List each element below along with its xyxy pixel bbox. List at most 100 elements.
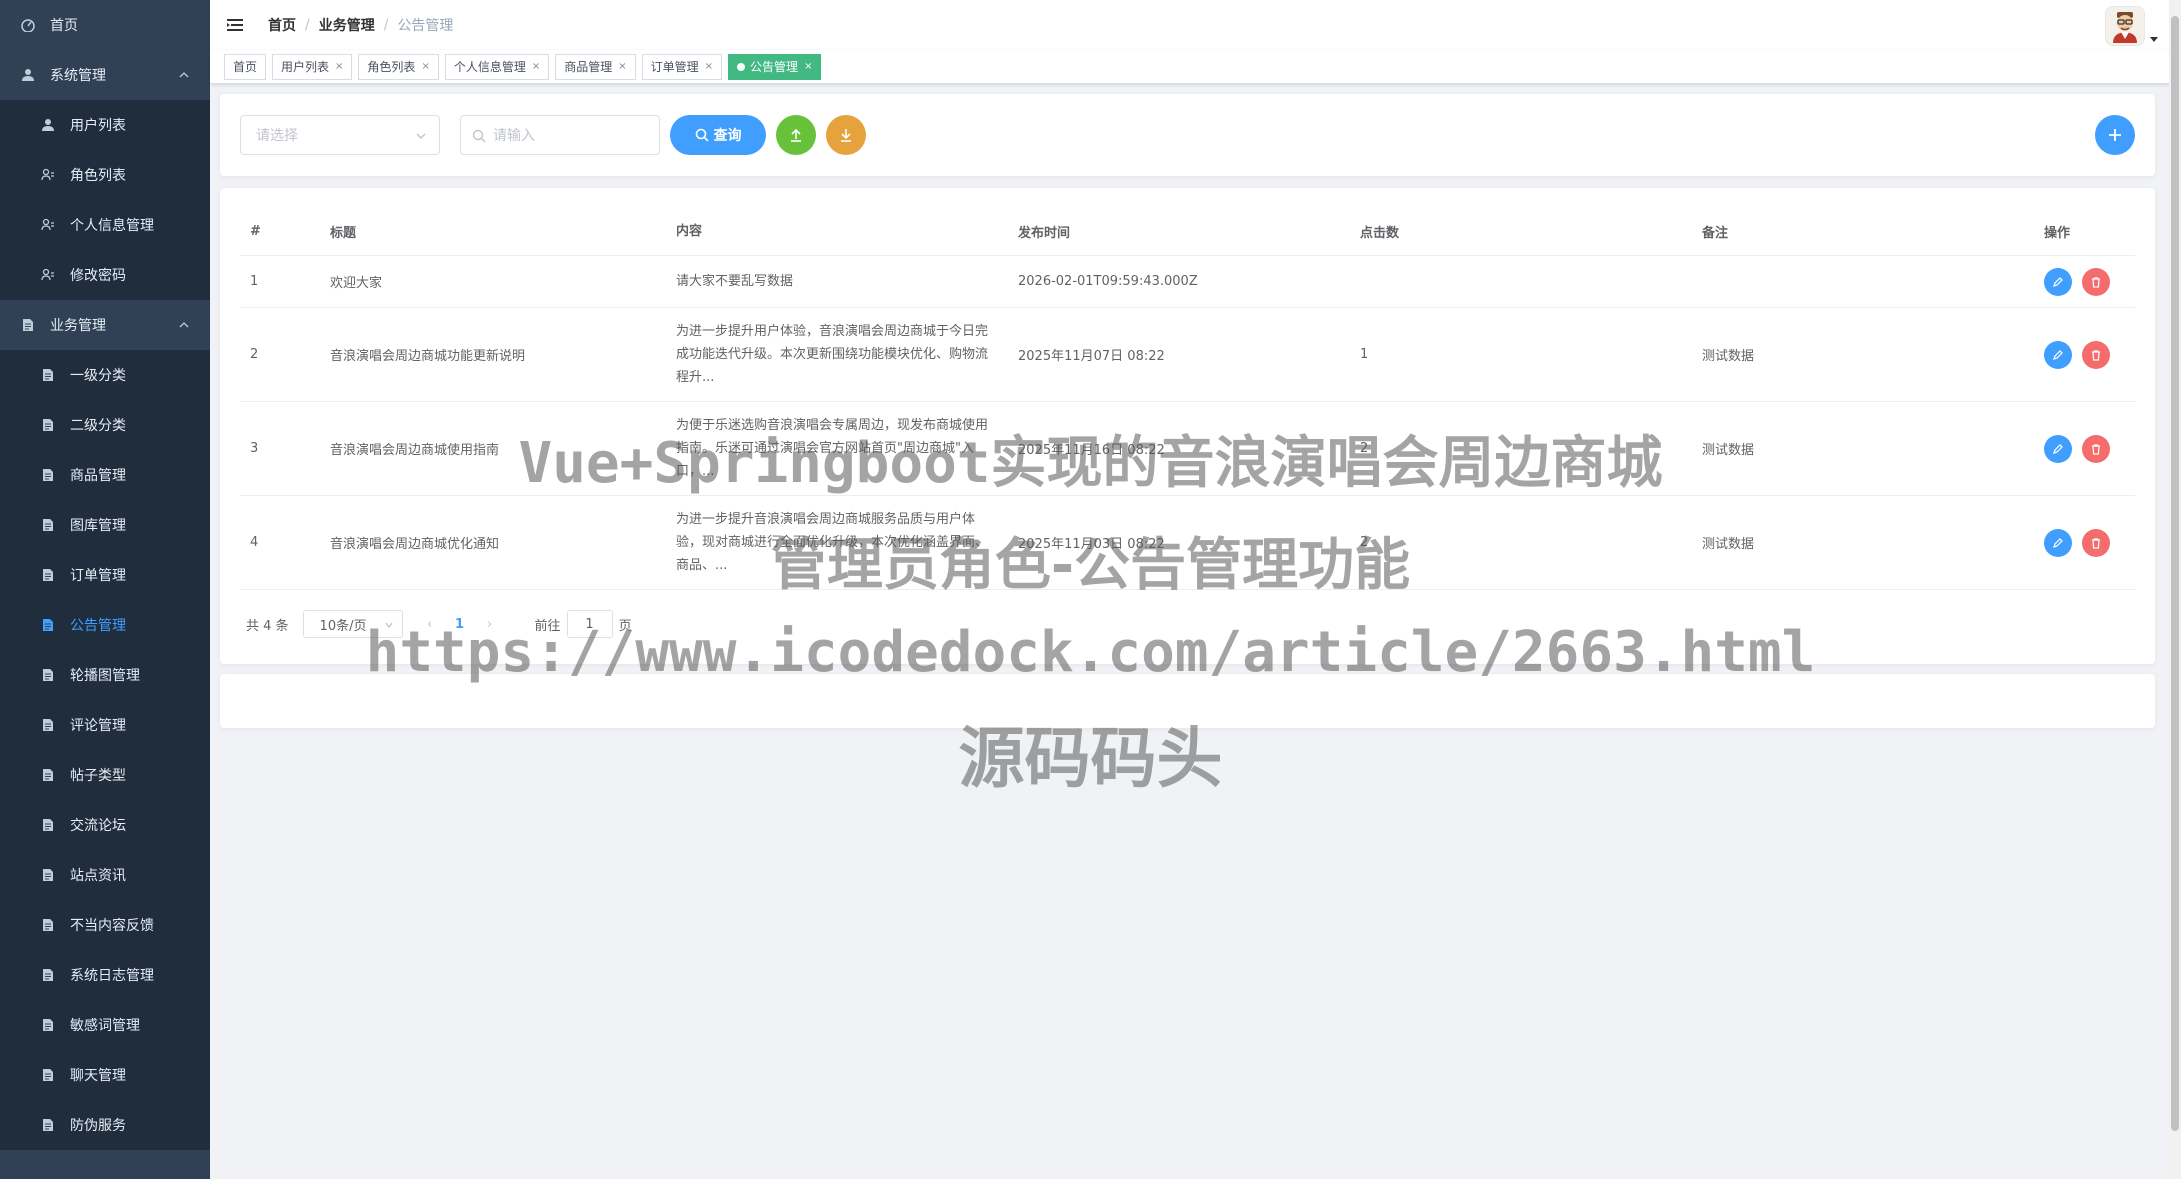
cell-title: 音浪演唱会周边商城优化通知 <box>330 537 500 552</box>
sidebar-item-label: 商品管理 <box>70 468 126 484</box>
breadcrumb-separator: / <box>383 17 389 33</box>
add-button[interactable] <box>2095 115 2135 155</box>
header-note: 备注 <box>1702 226 1729 241</box>
category-select[interactable]: 请选择 <box>240 115 440 155</box>
delete-button[interactable] <box>2082 340 2110 369</box>
prev-page-button[interactable]: ‹ <box>415 617 445 632</box>
sidebar-item-5[interactable]: 修改密码 <box>0 250 210 300</box>
sidebar-item-7[interactable]: 一级分类 <box>0 350 210 400</box>
sidebar-item-18[interactable]: 不当内容反馈 <box>0 900 210 950</box>
sidebar-item-3[interactable]: 角色列表 <box>0 150 210 200</box>
sidebar-item-2[interactable]: 用户列表 <box>0 100 210 150</box>
sidebar-item-1[interactable]: 系统管理 <box>0 50 210 100</box>
hamburger-icon[interactable] <box>226 16 244 34</box>
document-icon <box>40 867 56 883</box>
document-icon <box>40 1067 56 1083</box>
close-icon[interactable]: × <box>705 61 713 72</box>
sidebar-item-label: 用户列表 <box>70 118 126 134</box>
query-button[interactable]: 查询 <box>670 115 766 155</box>
sidebar-item-14[interactable]: 评论管理 <box>0 700 210 750</box>
sidebar-item-17[interactable]: 站点资讯 <box>0 850 210 900</box>
avatar[interactable] <box>2105 6 2145 46</box>
goto-page-input[interactable]: 1 <box>566 610 613 638</box>
close-icon[interactable]: × <box>335 61 343 72</box>
page-number[interactable]: 1 <box>445 617 475 632</box>
sidebar-item-19[interactable]: 系统日志管理 <box>0 950 210 1000</box>
caret-down-icon[interactable] <box>2149 34 2159 44</box>
trash-icon <box>2092 276 2100 288</box>
header-content: 内容 <box>676 224 703 239</box>
sidebar-item-label: 首页 <box>50 18 78 34</box>
sidebar-item-12[interactable]: 公告管理 <box>0 600 210 650</box>
edit-button[interactable] <box>2044 434 2072 463</box>
sidebar-item-21[interactable]: 聊天管理 <box>0 1050 210 1100</box>
user-menu[interactable] <box>2105 6 2159 46</box>
sidebar-item-8[interactable]: 二级分类 <box>0 400 210 450</box>
sidebar-item-4[interactable]: 个人信息管理 <box>0 200 210 250</box>
tab-6[interactable]: 公告管理 × <box>728 53 822 80</box>
delete-button[interactable] <box>2082 434 2110 463</box>
sidebar-item-10[interactable]: 图库管理 <box>0 500 210 550</box>
trash-icon <box>2092 537 2100 549</box>
document-icon <box>40 517 56 533</box>
tab-1[interactable]: 用户列表 × <box>272 53 353 80</box>
table-body: 1 欢迎大家 请大家不要乱写数据 2026-02-01T09:59:43.000Z 2 音… <box>240 256 2135 590</box>
cell-index: 1 <box>250 274 259 289</box>
edit-button[interactable] <box>2044 528 2072 557</box>
user-icon <box>20 67 36 83</box>
upload-button[interactable] <box>776 115 816 155</box>
sidebar-item-label: 帖子类型 <box>70 768 126 784</box>
sidebar-item-label: 二级分类 <box>70 418 126 434</box>
table-row: 1 欢迎大家 请大家不要乱写数据 2026-02-01T09:59:43.000Z <box>240 256 2135 308</box>
active-dot <box>737 62 746 71</box>
tab-5[interactable]: 订单管理 × <box>641 53 723 80</box>
edit-button[interactable] <box>2044 267 2072 296</box>
cell-time: 2025年11月07日 08:22 <box>1018 349 1165 364</box>
tab-3[interactable]: 个人信息管理 × <box>444 53 550 80</box>
trash-icon <box>2092 349 2100 361</box>
breadcrumb-current: 公告管理 <box>397 18 454 34</box>
sidebar-item-label: 角色列表 <box>70 168 126 184</box>
sidebar-item-22[interactable]: 防伪服务 <box>0 1100 210 1150</box>
tab-2[interactable]: 角色列表 × <box>358 53 439 80</box>
close-icon[interactable]: × <box>618 61 626 72</box>
table-row: 3 音浪演唱会周边商城使用指南 为便于乐迷选购音浪演唱会专属周边，现发布商城使用指南… <box>240 402 2135 496</box>
page-size-select[interactable]: 10条/页 <box>302 610 403 638</box>
sidebar-item-20[interactable]: 敏感词管理 <box>0 1000 210 1050</box>
edit-icon <box>2053 276 2063 287</box>
header-time: 发布时间 <box>1018 226 1071 241</box>
breadcrumb-separator: / <box>305 17 310 33</box>
peoples-icon <box>40 217 56 233</box>
edit-icon <box>2053 443 2063 454</box>
peoples-icon <box>40 167 56 183</box>
sidebar-item-15[interactable]: 帖子类型 <box>0 750 210 800</box>
sidebar-item-6[interactable]: 业务管理 <box>0 300 210 350</box>
download-button[interactable] <box>826 115 866 155</box>
tab-0[interactable]: 首页 <box>224 53 267 80</box>
sidebar-item-13[interactable]: 轮播图管理 <box>0 650 210 700</box>
next-page-button[interactable]: › <box>475 617 505 632</box>
sidebar-item-0[interactable]: 首页 <box>0 0 210 50</box>
delete-button[interactable] <box>2082 267 2110 296</box>
page-scrollbar[interactable] <box>2169 0 2181 1179</box>
sidebar-item-9[interactable]: 商品管理 <box>0 450 210 500</box>
breadcrumb-home[interactable]: 首页 <box>268 15 296 35</box>
cell-content: 为进一步提升用户体验，音浪演唱会周边商城于今日完成功能迭代升级。本次更新围绕功能… <box>676 324 989 385</box>
breadcrumb: 首页 / 业务管理 / 公告管理 <box>268 15 453 35</box>
sidebar-item-16[interactable]: 交流论坛 <box>0 800 210 850</box>
close-icon[interactable]: × <box>532 61 540 72</box>
document-icon <box>40 967 56 983</box>
table-panel: # 标题 内容 发布时间 点击数 备注 操作 1 欢迎大家 请大家不要乱写数据 202… <box>220 188 2155 664</box>
close-icon[interactable]: × <box>421 61 429 72</box>
tab-4[interactable]: 商品管理 × <box>555 53 636 80</box>
search-input[interactable]: 请输入 <box>460 115 660 155</box>
cell-title: 欢迎大家 <box>330 276 383 291</box>
scrollbar-thumb[interactable] <box>2171 16 2179 1131</box>
delete-button[interactable] <box>2082 528 2110 557</box>
document-icon <box>40 767 56 783</box>
upload-icon <box>791 128 801 142</box>
close-icon[interactable]: × <box>804 61 812 72</box>
tab-label: 公告管理 <box>750 60 799 74</box>
sidebar-item-11[interactable]: 订单管理 <box>0 550 210 600</box>
edit-button[interactable] <box>2044 340 2072 369</box>
